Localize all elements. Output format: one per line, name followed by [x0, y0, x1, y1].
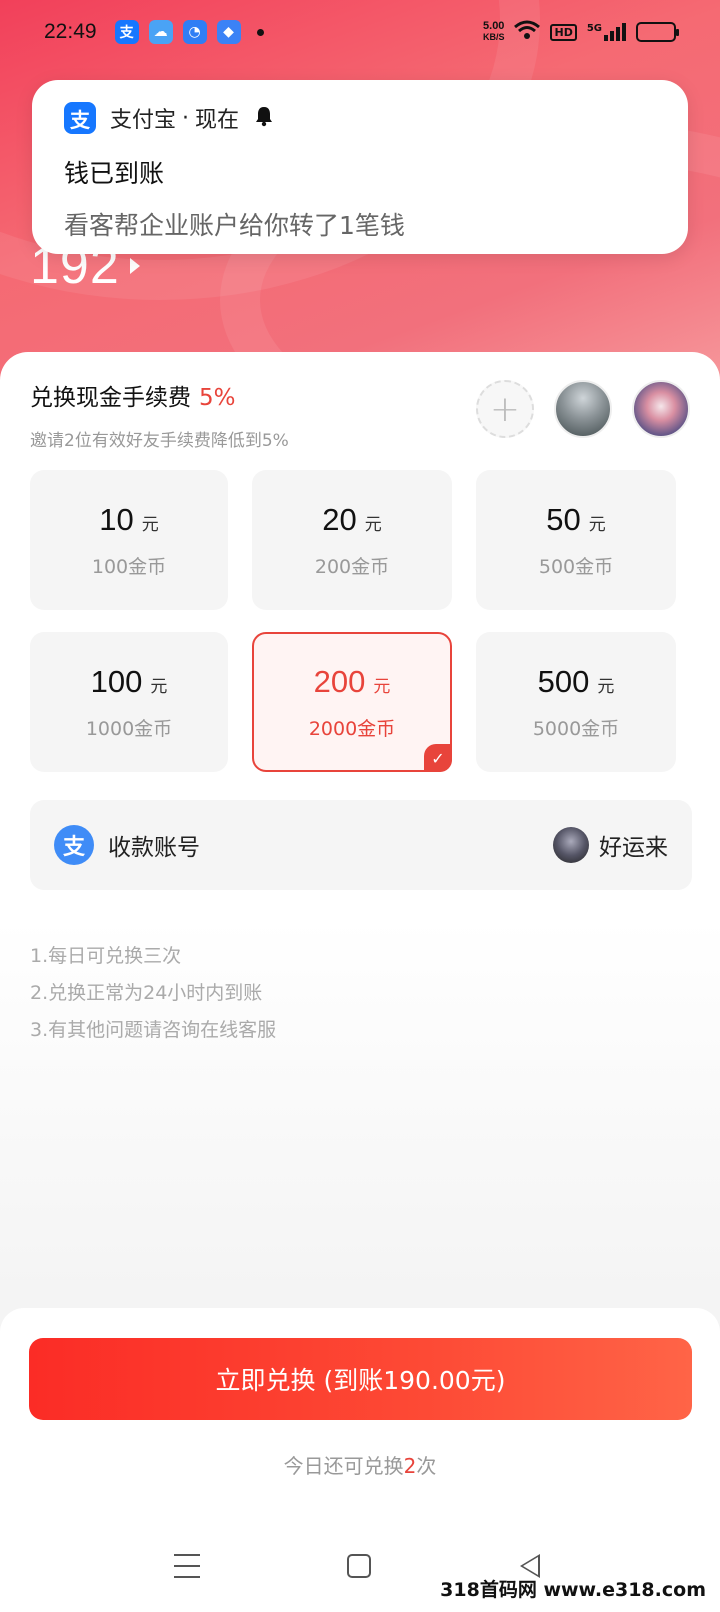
option-amount-value: 50: [546, 501, 581, 537]
option-amount-value: 10: [99, 501, 134, 537]
wifi-icon: [514, 20, 541, 45]
signal-icon: 5G: [587, 23, 626, 41]
option-amount: 20 元: [322, 502, 381, 538]
notification-separator: ·: [182, 105, 190, 131]
option-unit: 元: [364, 514, 382, 535]
exchange-now-button[interactable]: 立即兑换 (到账190.00元): [29, 1338, 692, 1420]
option-amount: 500 元: [538, 664, 615, 700]
notification-body: 看客帮企业账户给你转了1笔钱: [64, 211, 405, 240]
browser-status-icon: ◔: [182, 20, 207, 44]
option-amount: 100 元: [91, 664, 168, 700]
net-speed-value: 5.00: [483, 20, 505, 32]
option-unit: 元: [141, 514, 159, 535]
fee-title-text: 兑换现金手续费: [30, 385, 191, 411]
alipay-icon: 支: [64, 102, 96, 134]
alipay-notification[interactable]: 支 支付宝 · 现在 钱已到账 看客帮企业账户给你转了1笔钱: [32, 80, 688, 254]
option-unit: 元: [150, 676, 168, 697]
remain-count: 2: [403, 1454, 417, 1478]
network-speed: 5.00 KB/S: [483, 21, 505, 43]
option-coins: 5000金币: [532, 717, 620, 740]
invited-friends: +: [476, 380, 690, 438]
invite-friend-button[interactable]: +: [476, 380, 534, 438]
option-coins: 1000金币: [85, 717, 173, 740]
menu-icon[interactable]: [174, 1554, 200, 1578]
option-amount: 10 元: [99, 502, 158, 538]
option-amount: 200 元: [314, 664, 391, 700]
option-amount: 50 元: [546, 502, 605, 538]
option-coins: 500金币: [538, 555, 614, 578]
option-amount-value: 200: [313, 663, 366, 699]
option-amount-value: 100: [90, 663, 143, 699]
battery-icon: [636, 22, 679, 42]
weather-status-icon: ☁: [148, 20, 173, 44]
friend-avatar[interactable]: [554, 380, 612, 438]
bell-icon: [253, 105, 275, 132]
notification-app: 支付宝: [110, 108, 177, 133]
remain-suffix: 次: [416, 1454, 437, 1478]
rule-item: 3.有其他问题请咨询在线客服: [30, 1019, 277, 1041]
notification-time: 现在: [195, 108, 240, 133]
watermark: 318首码网 www.e318.com: [440, 1579, 706, 1601]
option-coins: 200金币: [314, 555, 390, 578]
friend-avatar[interactable]: [632, 380, 690, 438]
balance-arrow-icon[interactable]: [130, 258, 140, 274]
amount-option[interactable]: 10 元 100金币: [30, 470, 228, 610]
option-amount-value: 500: [537, 663, 590, 699]
hd-badge: HD: [550, 23, 577, 41]
amount-option[interactable]: 20 元 200金币: [252, 470, 452, 610]
net-speed-unit: KB/S: [482, 32, 505, 42]
alipay-icon: 支: [54, 825, 94, 865]
alipay-status-icon: 支: [114, 20, 139, 44]
amount-option[interactable]: 500 元 5000金币: [476, 632, 676, 772]
option-unit: 元: [373, 676, 391, 697]
fee-section: 兑换现金手续费 5% 邀请2位有效好友手续费降低到5%: [30, 378, 289, 451]
account-label: 收款账号: [108, 835, 200, 861]
rule-item: 1.每日可兑换三次: [30, 945, 182, 967]
fee-title: 兑换现金手续费 5%: [30, 378, 289, 412]
amount-option[interactable]: 200 元 2000金币 ✓: [252, 632, 452, 772]
selected-check-icon: ✓: [424, 744, 452, 772]
option-coins: 100金币: [91, 555, 167, 578]
rules-list: 1.每日可兑换三次 2.兑换正常为24小时内到账 3.有其他问题请咨询在线客服: [30, 938, 276, 1049]
app-status-icon: ◆: [216, 20, 241, 44]
notification-title: 钱已到账: [64, 159, 165, 188]
remain-prefix: 今日还可兑换: [283, 1454, 404, 1478]
option-amount-value: 20: [322, 501, 357, 537]
more-notifications-dot: [256, 28, 264, 36]
status-bar: 22:49 支 ☁ ◔ ◆ 5.00 KB/S HD 5G: [0, 0, 720, 64]
account-avatar: [553, 827, 589, 863]
amount-option[interactable]: 100 元 1000金币: [30, 632, 228, 772]
account-name: 好运来: [599, 835, 668, 861]
option-unit: 元: [597, 676, 615, 697]
rule-item: 2.兑换正常为24小时内到账: [30, 982, 263, 1004]
option-unit: 元: [588, 514, 606, 535]
option-coins: 2000金币: [308, 717, 396, 740]
signal-label: 5G: [586, 23, 602, 34]
fee-subtitle: 邀请2位有效好友手续费降低到5%: [30, 431, 289, 451]
amount-option[interactable]: 50 元 500金币: [476, 470, 676, 610]
status-time: 22:49: [44, 20, 97, 43]
home-icon[interactable]: [347, 1554, 371, 1578]
remaining-count: 今日还可兑换2次: [0, 1450, 720, 1479]
fee-percent: 5%: [199, 385, 236, 411]
amount-options: 10 元 100金币 20 元 200金币 50 元 500金币 100 元 1000金币 200 元 20…: [30, 470, 692, 772]
payee-account-row[interactable]: 支 收款账号 好运来: [30, 800, 692, 890]
